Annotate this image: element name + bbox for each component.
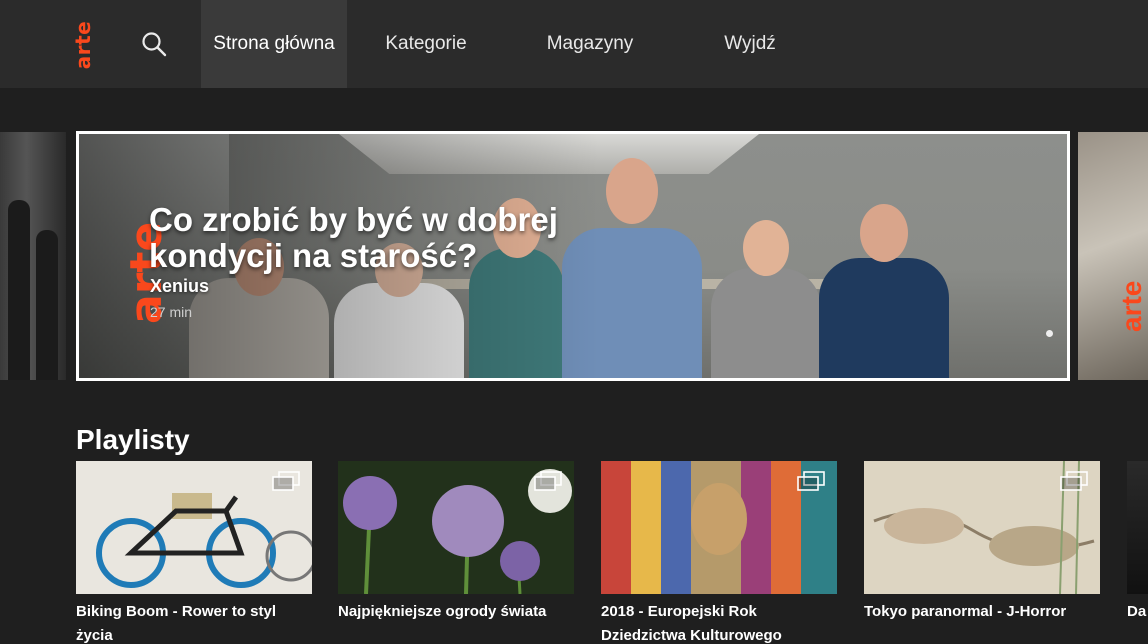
hero-person	[711, 220, 821, 378]
page: arte Strona główna Kategorie Magazyny Wy…	[0, 0, 1148, 644]
hero-person-head	[860, 204, 908, 262]
playlist-stack-icon	[1060, 471, 1088, 491]
nav-home[interactable]: Strona główna	[201, 0, 347, 88]
top-nav: arte Strona główna Kategorie Magazyny Wy…	[0, 0, 1148, 88]
slide-figure	[8, 200, 30, 380]
nav-magazines[interactable]: Magazyny	[524, 0, 656, 88]
playlist-card-label: 2018 - Europejski Rok Dziedzictwa Kultur…	[601, 603, 782, 644]
nav-magazines-label: Magazyny	[546, 33, 634, 54]
next-slide-arte-logo: arte	[1116, 280, 1147, 332]
playlist-thumbnail	[1127, 461, 1148, 594]
nav-exit[interactable]: Wyjdź	[684, 0, 816, 88]
playlist-thumbnail	[601, 461, 837, 594]
hero-slide[interactable]: arte Co zrobić by być w dobrej kondycji …	[76, 131, 1070, 381]
nav-categories[interactable]: Kategorie	[360, 0, 492, 88]
arte-logo[interactable]: arte	[60, 18, 106, 72]
playlist-stack-icon	[797, 471, 825, 491]
playlist-stack-icon	[534, 471, 562, 491]
hero-person-head	[606, 158, 658, 224]
section-title-playlists: Playlisty	[76, 424, 190, 455]
nav-home-label: Strona główna	[213, 33, 335, 54]
playlist-thumbnail	[864, 461, 1100, 594]
playlist-card[interactable]: 2018 - Europejski Rok Dziedzictwa Kultur…	[601, 461, 837, 644]
carousel-prev-slide[interactable]	[0, 132, 66, 380]
playlist-thumbnail	[76, 461, 312, 594]
carousel-dot[interactable]	[1046, 330, 1053, 337]
playlist-card[interactable]: Biking Boom - Rower to styl życia	[76, 461, 312, 644]
arte-logo-text: arte	[71, 20, 96, 70]
hero-person	[819, 204, 949, 378]
slide-figure	[36, 230, 58, 380]
playlist-card-label: Tokyo paranormal - J-Horror	[864, 603, 1067, 620]
carousel-next-slide[interactable]: arte	[1078, 132, 1148, 380]
playlist-stack-icon	[272, 471, 300, 491]
playlist-card[interactable]: Da	[1127, 461, 1148, 624]
playlist-card-label: Da	[1127, 603, 1147, 620]
playlist-card[interactable]: Tokyo paranormal - J-Horror	[864, 461, 1100, 624]
hero-person-head	[743, 220, 789, 276]
search-icon	[142, 32, 167, 57]
playlist-card[interactable]: Najpiękniejsze ogrody świata	[338, 461, 574, 624]
playlist-card-label: Biking Boom - Rower to styl życia	[76, 603, 277, 644]
playlist-card-label: Najpiękniejsze ogrody świata	[338, 603, 547, 620]
hero-duration: 27 min	[150, 304, 193, 320]
search-button[interactable]	[132, 24, 176, 64]
playlist-thumbnail	[338, 461, 574, 594]
hero-title: Co zrobić by być w dobrej kondycji na st…	[149, 201, 558, 274]
nav-categories-label: Kategorie	[385, 33, 467, 54]
hero-subtitle: Xenius	[150, 276, 210, 296]
nav-exit-label: Wyjdź	[724, 33, 776, 54]
